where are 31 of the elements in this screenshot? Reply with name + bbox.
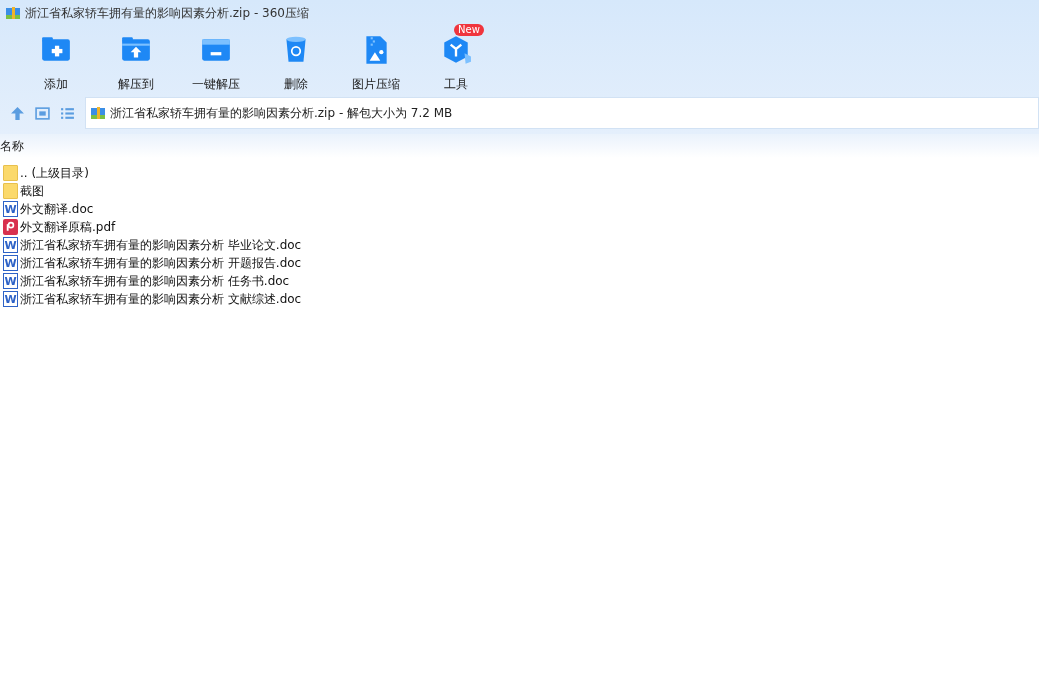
- toolbar-button[interactable]: 一键解压: [176, 26, 256, 93]
- toolbar-button[interactable]: 添加: [16, 26, 96, 93]
- address-field[interactable]: 浙江省私家轿车拥有量的影响因素分析.zip - 解包大小为 7.2 MB: [85, 97, 1039, 129]
- file-name[interactable]: 浙江省私家轿车拥有量的影响因素分析 开题报告.doc: [20, 254, 302, 272]
- window-title: 浙江省私家轿车拥有量的影响因素分析.zip - 360压缩: [25, 4, 309, 22]
- file-name[interactable]: 浙江省私家轿车拥有量的影响因素分析 毕业论文.doc: [20, 236, 302, 254]
- archive-icon: [90, 105, 106, 121]
- new-badge: New: [454, 24, 484, 36]
- list-view-icon[interactable]: [60, 105, 75, 121]
- word-document-icon: W: [3, 273, 18, 289]
- toolbar-button[interactable]: 删除: [256, 26, 336, 93]
- folder-icon: [3, 183, 18, 199]
- toolbar-button[interactable]: 图片压缩: [336, 26, 416, 93]
- column-header[interactable]: 名称: [0, 137, 24, 155]
- word-document-icon: W: [3, 291, 18, 307]
- file-name[interactable]: 外文翻译原稿.pdf: [20, 218, 116, 236]
- folder-icon: [3, 165, 18, 181]
- thumbnail-view-icon[interactable]: [35, 105, 50, 121]
- pdf-icon: [3, 219, 18, 235]
- archive-icon: [5, 5, 21, 21]
- file-name[interactable]: .. (上级目录): [20, 164, 89, 182]
- toolbar-button[interactable]: 解压到: [96, 26, 176, 93]
- file-name[interactable]: 浙江省私家轿车拥有量的影响因素分析 任务书.doc: [20, 272, 290, 290]
- word-document-icon: W: [3, 237, 18, 253]
- word-document-icon: W: [3, 201, 18, 217]
- toolbar-button[interactable]: New 工具: [416, 26, 496, 93]
- file-name[interactable]: 外文翻译.doc: [20, 200, 94, 218]
- file-name[interactable]: 浙江省私家轿车拥有量的影响因素分析 文献综述.doc: [20, 290, 302, 308]
- file-name[interactable]: 截图: [20, 182, 44, 200]
- word-document-icon: W: [3, 255, 18, 271]
- up-arrow-icon[interactable]: [10, 105, 25, 121]
